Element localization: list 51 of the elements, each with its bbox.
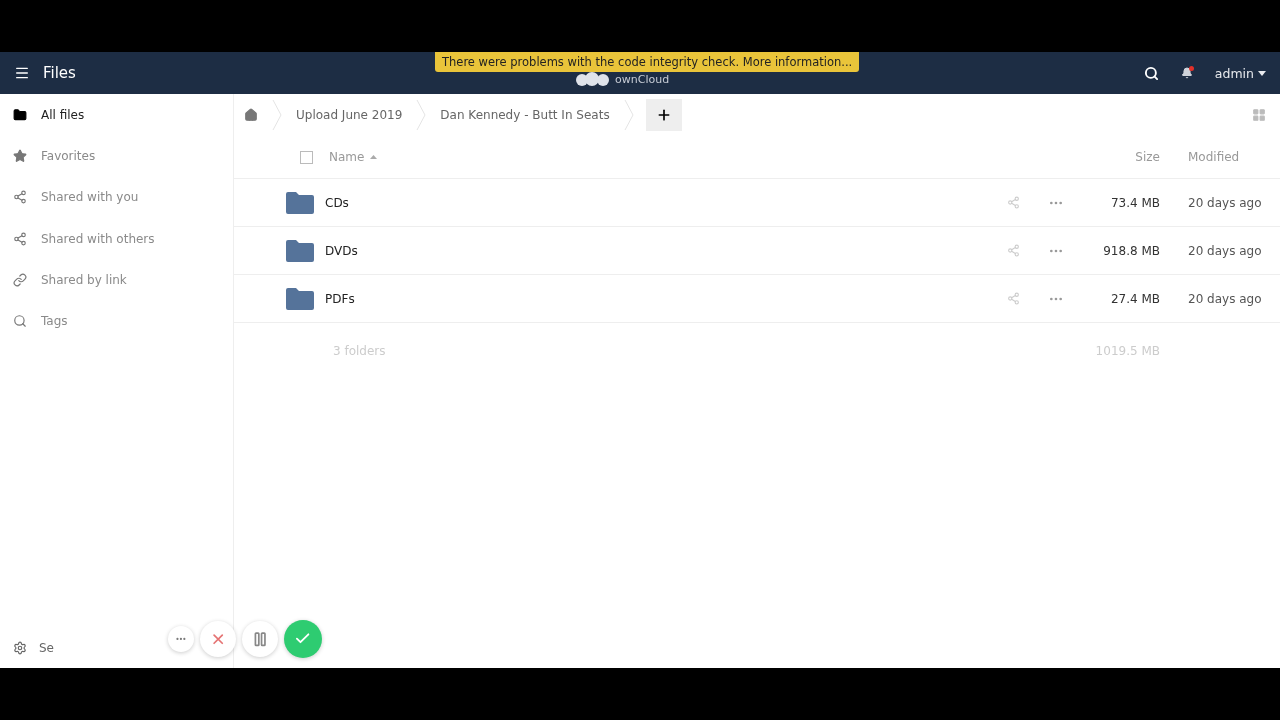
notifications-icon[interactable] xyxy=(1180,67,1193,79)
file-name[interactable]: CDs xyxy=(325,195,349,210)
folder-icon xyxy=(286,191,314,214)
sidebar-item[interactable]: All files xyxy=(0,94,233,136)
app-title: Files xyxy=(43,64,76,82)
integrity-warning-banner[interactable]: There were problems with the code integrity check. More information... xyxy=(435,52,860,72)
file-size: 73.4 MB xyxy=(1109,195,1160,210)
select-all-checkbox[interactable] xyxy=(300,150,313,164)
link-icon xyxy=(13,272,27,287)
sidebar-item[interactable]: Shared by link xyxy=(0,259,233,301)
more-button[interactable] xyxy=(168,626,194,652)
share-icon[interactable] xyxy=(1007,292,1020,305)
modified-time: 20 days ago xyxy=(1188,291,1263,306)
settings-icon xyxy=(13,641,27,655)
share-icon xyxy=(13,231,27,246)
star-icon xyxy=(13,148,27,163)
add-button[interactable] xyxy=(645,99,682,131)
breadcrumb[interactable]: Upload June 2019 xyxy=(282,94,417,136)
sidebar-item[interactable]: Shared with others xyxy=(0,217,233,260)
modified-time: 20 days ago xyxy=(1188,243,1263,258)
user-menu[interactable]: admin xyxy=(1214,65,1266,81)
search-icon[interactable] xyxy=(1143,65,1159,81)
cloud-logo-icon xyxy=(575,72,611,86)
menu-icon[interactable] xyxy=(14,65,30,81)
modified-time: 20 days ago xyxy=(1188,195,1263,210)
breadcrumb-separator xyxy=(623,100,634,130)
file-size: 27.4 MB xyxy=(1109,291,1160,306)
sidebar-item[interactable]: Shared with you xyxy=(0,176,233,218)
pause-button[interactable] xyxy=(242,621,278,657)
done-button[interactable] xyxy=(284,620,322,658)
share-icon[interactable] xyxy=(1007,196,1020,209)
file-name[interactable]: PDFs xyxy=(325,291,355,306)
cancel-button[interactable] xyxy=(200,621,236,657)
folder-icon xyxy=(13,107,27,122)
grid-view-icon[interactable] xyxy=(1252,108,1266,122)
logo-text: ownCloud xyxy=(615,72,670,86)
folder-icon xyxy=(286,239,314,262)
sidebar-item[interactable]: Tags xyxy=(0,300,233,342)
share-icon xyxy=(13,190,27,205)
breadcrumb-separator xyxy=(416,100,427,130)
breadcrumb-separator xyxy=(272,100,282,130)
caret-icon xyxy=(1258,70,1266,76)
folder-icon xyxy=(286,287,314,310)
file-size: 918.8 MB xyxy=(1102,243,1160,258)
home-icon[interactable] xyxy=(244,108,258,122)
search-icon xyxy=(13,314,27,329)
file-name[interactable]: DVDs xyxy=(325,243,358,258)
share-icon[interactable] xyxy=(1007,244,1020,257)
sidebar-item[interactable]: Favorites xyxy=(0,135,233,177)
settings-item[interactable]: Se xyxy=(0,628,58,668)
breadcrumb[interactable]: Dan Kennedy - Butt In Seats xyxy=(426,94,624,136)
